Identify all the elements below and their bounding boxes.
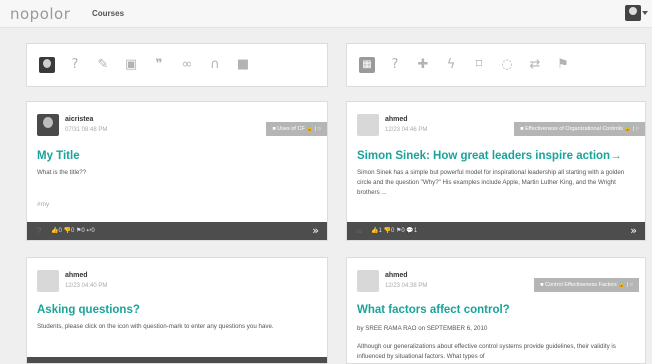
author-name[interactable]: ahmed	[385, 116, 408, 123]
avatar[interactable]	[357, 270, 379, 292]
headphones-icon[interactable]: ∩	[207, 57, 223, 73]
avatar[interactable]	[37, 114, 59, 136]
expand-arrow-icon[interactable]: »	[312, 224, 319, 237]
post-type-toolbar: ? ✎ ▣ ❞ ∞ ∩ ■	[26, 43, 328, 87]
expand-arrow-icon[interactable]: »	[630, 224, 637, 237]
post-title[interactable]: Asking questions?	[37, 304, 140, 316]
link-icon[interactable]: ∞	[179, 57, 195, 73]
post-date: 12/23 04:40 PM	[65, 283, 108, 289]
nav-courses-link[interactable]: Courses	[92, 9, 124, 18]
link-icon[interactable]: ∞	[353, 225, 365, 237]
author-name[interactable]: ahmed	[385, 272, 408, 279]
post-card: ahmed 12/23 04:40 PM Asking questions? S…	[26, 257, 328, 364]
post-date: 12/23 04:38 PM	[385, 283, 428, 289]
post-date: 12/23 04:46 PM	[385, 127, 428, 133]
flag-icon[interactable]: ⚑	[555, 57, 571, 73]
filter-toolbar: ▦ ? ✚ ϟ ⌑ ◌ ⇄ ⚑	[346, 43, 646, 87]
post-date: 07/31 08:48 PM	[65, 127, 108, 133]
post-body: Students, please click on the icon with …	[37, 323, 274, 330]
hashtag-link[interactable]: #my	[37, 201, 49, 208]
user-avatar[interactable]	[625, 5, 641, 21]
reaction-stats[interactable]: 👍0 👎0 ⚑0 ↩0	[51, 227, 95, 234]
app-logo[interactable]: nopolor	[10, 5, 70, 23]
chevron-down-icon[interactable]	[642, 11, 648, 15]
post-body: What is the title??	[37, 169, 87, 176]
post-card: ahmed 12/23 04:38 PM ■ Control Effective…	[346, 257, 646, 364]
reaction-stats[interactable]: 👍1 👎0 ⚑0 💬1	[371, 227, 417, 234]
retweet-icon[interactable]: ⇄	[527, 57, 543, 73]
video-icon[interactable]: ■	[235, 57, 251, 73]
topic-tag[interactable]: ■ Uses of CF 🔒 | ○	[266, 122, 327, 136]
pencil-icon[interactable]: ✎	[95, 57, 111, 73]
grid-icon[interactable]: ▦	[359, 57, 375, 73]
question-icon[interactable]: ?	[387, 57, 403, 73]
post-body: Although our generalizations about effec…	[357, 343, 616, 360]
question-icon[interactable]: ?	[67, 57, 83, 73]
avatar-icon[interactable]	[39, 57, 55, 73]
topic-tag[interactable]: ■ Effectiveness of Organizational Contro…	[514, 122, 645, 136]
image-icon[interactable]: ▣	[123, 57, 139, 73]
post-byline: by SREE RAMA RAO on SEPTEMBER 6, 2010	[357, 325, 488, 332]
post-title[interactable]: My Title	[37, 150, 80, 162]
post-card: ahmed 12/23 04:46 PM ■ Effectiveness of …	[346, 101, 646, 241]
post-body: Simon Sinek has a simple but powerful mo…	[357, 169, 625, 196]
post-footer	[27, 357, 327, 363]
puzzle-icon[interactable]: ✚	[415, 57, 431, 73]
author-name[interactable]: aicristea	[65, 116, 93, 123]
top-bar: nopolor Courses	[0, 0, 652, 28]
post-footer: ∞ 👍1 👎0 ⚑0 💬1 »	[347, 222, 645, 240]
post-card: aicristea 07/31 08:48 PM ■ Uses of CF 🔒 …	[26, 101, 328, 241]
avatar[interactable]	[357, 114, 379, 136]
author-name[interactable]: ahmed	[65, 272, 88, 279]
avatar[interactable]	[37, 270, 59, 292]
question-icon[interactable]: ?	[33, 225, 45, 237]
post-title[interactable]: Simon Sinek: How great leaders inspire a…	[357, 150, 622, 162]
post-title[interactable]: What factors affect control?	[357, 304, 510, 316]
topic-tag[interactable]: ■ Control Effectiveness Factors 🔒 | ○	[534, 278, 639, 292]
lightning-icon[interactable]: ϟ	[443, 57, 459, 73]
bookmark-icon[interactable]: ⌑	[471, 57, 487, 73]
post-footer: ? 👍0 👎0 ⚑0 ↩0 »	[27, 222, 327, 240]
chat-icon[interactable]: ◌	[499, 57, 515, 73]
quote-icon[interactable]: ❞	[151, 57, 167, 73]
